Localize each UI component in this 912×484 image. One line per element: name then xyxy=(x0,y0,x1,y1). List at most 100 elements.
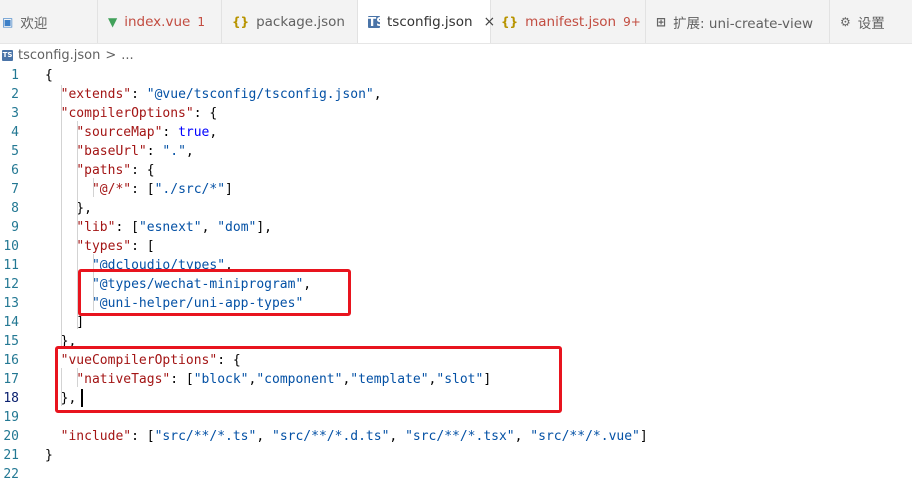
line-number: 15 xyxy=(3,334,19,349)
code-token: "src/**/*.d.ts" xyxy=(272,429,390,444)
code-token: "extends" xyxy=(60,87,132,102)
line-number: 17 xyxy=(3,372,19,387)
tab-label: tsconfig.json xyxy=(387,14,473,30)
line-number: 1 xyxy=(11,68,19,83)
code-token: : [ xyxy=(131,239,155,254)
breadcrumb-rest[interactable]: ... xyxy=(121,48,133,63)
tab-welcome[interactable]: ▣ 欢迎 xyxy=(0,0,98,43)
line-number: 14 xyxy=(3,315,19,330)
code-token: "sourceMap" xyxy=(76,125,163,140)
tab-manifest-json[interactable]: {} manifest.json 9+ xyxy=(491,0,646,43)
code-line[interactable]: } xyxy=(45,446,53,465)
tab-tsconfig-json[interactable]: TS tsconfig.json × xyxy=(358,0,495,43)
code-token: , xyxy=(201,220,218,235)
tab-label: 扩展: uni-create-view xyxy=(673,15,814,32)
editor-tab-bar: ▣ 欢迎 ▼ index.vue 1 {} package.json TS ts… xyxy=(0,0,912,44)
code-token: "@/*" xyxy=(91,182,132,197)
code-line[interactable]: "compilerOptions": { xyxy=(45,104,218,123)
code-token: ] xyxy=(45,315,85,330)
code-token: , xyxy=(209,125,218,140)
welcome-icon: ▣ xyxy=(2,14,14,29)
line-number: 21 xyxy=(3,448,19,463)
code-token: , xyxy=(185,144,194,159)
tab-label: index.vue xyxy=(124,13,191,30)
code-token: , xyxy=(389,429,406,444)
ts-file-icon: TS xyxy=(368,15,385,29)
code-token: : [ xyxy=(131,182,155,197)
tab-settings[interactable]: ⚙ 设置 xyxy=(830,0,912,43)
annotation-box-vue-compiler-options xyxy=(55,346,562,413)
line-number: 6 xyxy=(11,163,19,178)
line-number: 18 xyxy=(3,391,19,406)
line-number: 8 xyxy=(11,201,19,216)
code-token: "src/**/*.tsx" xyxy=(405,429,515,444)
breadcrumb: TS tsconfig.json > ... xyxy=(0,44,912,66)
code-token: : xyxy=(162,125,179,140)
code-token: : [ xyxy=(115,220,139,235)
code-editor[interactable]: 1 2 3 4 5 6 7 8 9 10 11 12 13 14 15 16 17 18 19 20 21 22 { "e… xyxy=(0,66,912,482)
line-number: 2 xyxy=(11,87,19,102)
code-token: "." xyxy=(162,144,186,159)
vue-file-icon: ▼ xyxy=(108,14,118,29)
code-token: "lib" xyxy=(76,220,116,235)
annotation-box-types xyxy=(78,269,351,316)
code-token: ] xyxy=(639,429,648,444)
code-token: "src/**/*.ts" xyxy=(154,429,257,444)
code-token: , xyxy=(514,429,531,444)
code-line[interactable]: "sourceMap": true, xyxy=(45,123,217,142)
code-token: : [ xyxy=(131,429,155,444)
code-token: "compilerOptions" xyxy=(60,106,194,121)
line-number: 20 xyxy=(3,429,19,444)
code-line[interactable]: "baseUrl": ".", xyxy=(45,142,194,161)
code-token: , xyxy=(373,87,382,102)
tab-label: 欢迎 xyxy=(20,15,48,32)
line-number: 9 xyxy=(11,220,19,235)
code-line[interactable]: "extends": "@vue/tsconfig/tsconfig.json"… xyxy=(45,85,382,104)
code-token: "./src/*" xyxy=(154,182,226,197)
code-token: "baseUrl" xyxy=(76,144,147,159)
line-number: 5 xyxy=(11,144,19,159)
code-token: ], xyxy=(256,220,273,235)
error-count-badge: 9+ xyxy=(623,14,641,29)
code-token: : xyxy=(146,144,163,159)
code-token: { xyxy=(45,68,53,83)
code-line[interactable]: "@/*": ["./src/*"] xyxy=(45,180,233,199)
line-number: 13 xyxy=(3,296,19,311)
extensions-icon: ⊞ xyxy=(656,14,667,29)
code-token: ] xyxy=(225,182,233,197)
indent-guide xyxy=(61,85,62,347)
settings-icon: ⚙ xyxy=(840,14,851,29)
tab-index-vue[interactable]: ▼ index.vue 1 xyxy=(98,0,222,43)
line-number: 16 xyxy=(3,353,19,368)
indent-guide xyxy=(93,178,94,197)
json-file-icon: {} xyxy=(232,14,250,29)
line-number: 10 xyxy=(3,239,19,254)
line-number: 7 xyxy=(11,182,19,197)
tab-label: 设置 xyxy=(857,15,885,32)
breadcrumb-file[interactable]: tsconfig.json xyxy=(18,48,100,63)
code-token: "src/**/*.vue" xyxy=(530,429,640,444)
tab-extension-uni-create-view[interactable]: ⊞ 扩展: uni-create-view xyxy=(646,0,830,43)
code-token: "esnext" xyxy=(138,220,202,235)
code-token: } xyxy=(45,448,53,463)
code-token: "include" xyxy=(60,429,132,444)
line-number: 19 xyxy=(3,410,19,425)
line-number: 11 xyxy=(3,258,19,273)
code-line[interactable]: }, xyxy=(45,199,92,218)
tab-label: package.json xyxy=(256,13,345,30)
tab-package-json[interactable]: {} package.json xyxy=(222,0,358,43)
code-token: "dom" xyxy=(217,220,257,235)
code-line[interactable]: ] xyxy=(45,313,84,332)
code-line[interactable]: "include": ["src/**/*.ts", "src/**/*.d.t… xyxy=(45,427,648,446)
line-number: 22 xyxy=(3,467,19,482)
breadcrumb-separator: > xyxy=(105,47,117,63)
code-line[interactable]: "lib": ["esnext", "dom"], xyxy=(45,218,272,237)
code-token: "paths" xyxy=(76,163,132,178)
code-token: true xyxy=(178,125,210,140)
line-number: 4 xyxy=(11,125,19,140)
code-token: : { xyxy=(131,163,155,178)
code-line[interactable]: { xyxy=(45,66,53,85)
